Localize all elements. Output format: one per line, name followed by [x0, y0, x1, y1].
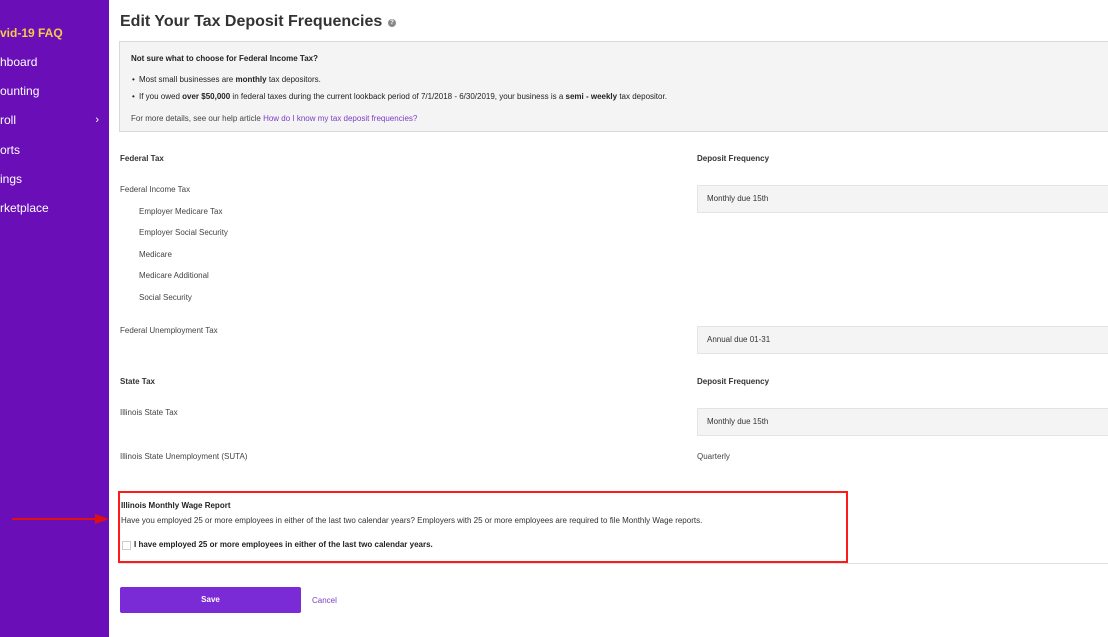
section-divider	[119, 563, 1108, 564]
sub-tax-item: Medicare	[139, 250, 172, 259]
wage-report-question: Have you employed 25 or more employees i…	[121, 516, 703, 525]
sidebar-item-covid-faq[interactable]: vid-19 FAQ	[0, 22, 109, 44]
sub-tax-item: Employer Medicare Tax	[139, 207, 223, 216]
sidebar-item-marketplace[interactable]: rketplace	[0, 197, 109, 219]
wage-report-title: Illinois Monthly Wage Report	[121, 501, 231, 510]
illinois-state-tax-label: Illinois State Tax	[120, 408, 178, 417]
sidebar-item-label: vid-19 FAQ	[0, 26, 63, 40]
sidebar-item-settings[interactable]: ings	[0, 168, 109, 190]
sidebar: vid-19 FAQ hboard ounting roll › orts ing…	[0, 0, 109, 637]
info-more-details: For more details, see our help article H…	[131, 114, 418, 123]
sidebar-item-reports[interactable]: orts	[0, 139, 109, 161]
federal-unemployment-frequency-select[interactable]: Annual due 01-31	[697, 326, 1108, 354]
info-box: Not sure what to choose for Federal Inco…	[119, 41, 1108, 132]
federal-income-tax-label: Federal Income Tax	[120, 185, 191, 194]
illinois-suta-frequency: Quarterly	[697, 452, 730, 461]
sidebar-item-label: rketplace	[0, 201, 49, 215]
sidebar-item-label: hboard	[0, 55, 38, 69]
employed-25-checkbox[interactable]	[122, 541, 131, 550]
arrow-annotation	[12, 518, 96, 520]
page-title: Edit Your Tax Deposit Frequencies	[120, 13, 383, 30]
federal-income-tax-frequency-select[interactable]: Monthly due 15th	[697, 185, 1108, 213]
federal-frequency-header: Deposit Frequency	[697, 154, 770, 163]
federal-tax-header: Federal Tax	[120, 154, 164, 163]
info-bullet-monthly: Most small businesses are monthly tax de…	[132, 75, 321, 84]
employed-25-checkbox-label[interactable]: I have employed 25 or more employees in …	[134, 540, 433, 549]
federal-unemployment-tax-label: Federal Unemployment Tax	[120, 326, 218, 335]
help-article-link[interactable]: How do I know my tax deposit frequencies…	[263, 114, 417, 123]
sidebar-item-label: ings	[0, 172, 23, 186]
sidebar-item-accounting[interactable]: ounting	[0, 80, 109, 102]
illinois-state-tax-frequency-select[interactable]: Monthly due 15th	[697, 408, 1108, 436]
sidebar-item-label: roll	[0, 113, 17, 127]
sidebar-item-payroll[interactable]: roll ›	[0, 109, 109, 131]
state-frequency-header: Deposit Frequency	[697, 377, 770, 386]
help-icon[interactable]: ?	[388, 19, 396, 27]
arrow-head-icon	[95, 514, 109, 524]
illinois-suta-label: Illinois State Unemployment (SUTA)	[120, 452, 248, 461]
sidebar-item-label: orts	[0, 143, 21, 157]
save-button[interactable]: Save	[120, 587, 301, 613]
sub-tax-item: Medicare Additional	[139, 271, 209, 280]
sub-tax-item: Social Security	[139, 293, 192, 302]
sidebar-item-label: ounting	[0, 84, 40, 98]
cancel-link[interactable]: Cancel	[312, 596, 337, 605]
info-question: Not sure what to choose for Federal Inco…	[131, 54, 318, 63]
sidebar-item-dashboard[interactable]: hboard	[0, 51, 109, 73]
chevron-right-icon: ›	[95, 114, 99, 126]
sub-tax-item: Employer Social Security	[139, 228, 228, 237]
state-tax-header: State Tax	[120, 377, 155, 386]
info-bullet-semiweekly: If you owed over $50,000 in federal taxe…	[132, 92, 667, 101]
